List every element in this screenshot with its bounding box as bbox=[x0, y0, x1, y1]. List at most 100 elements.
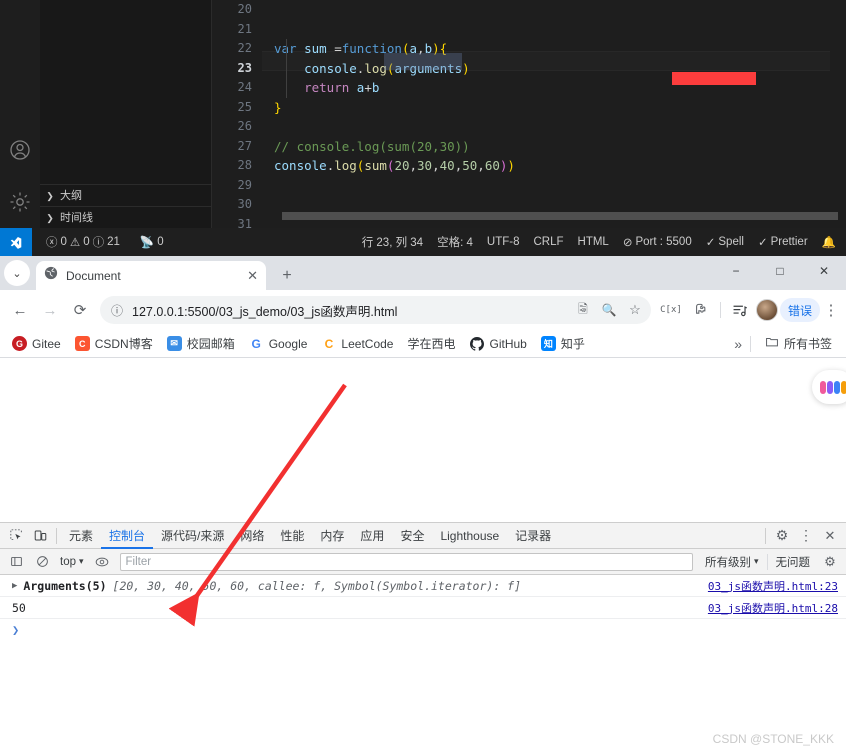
tab-security[interactable]: 安全 bbox=[392, 523, 432, 549]
bookmark-leetcode[interactable]: C LeetCode bbox=[315, 334, 399, 353]
tab-application[interactable]: 应用 bbox=[352, 523, 392, 549]
remote-window-icon[interactable] bbox=[0, 228, 32, 256]
source-link[interactable]: 03_js函数声明.html:28 bbox=[708, 600, 838, 616]
info-circle-icon[interactable]: ⓘ bbox=[108, 301, 126, 319]
all-bookmarks-label: 所有书签 bbox=[783, 337, 832, 351]
all-bookmarks-button[interactable]: 所有书签 bbox=[759, 333, 838, 354]
bookmarks-overflow-button[interactable]: » bbox=[734, 336, 742, 352]
console-prompt[interactable]: ❯ bbox=[0, 619, 846, 637]
playlist-icon[interactable] bbox=[726, 296, 754, 324]
vscode-sidebar: ❯ 大纲 ❯ 时间线 bbox=[40, 0, 212, 228]
device-toolbar-icon[interactable] bbox=[28, 525, 52, 547]
star-icon[interactable]: ☆ bbox=[625, 300, 645, 320]
new-tab-button[interactable]: + bbox=[277, 266, 297, 286]
console-output[interactable]: ▶ Arguments(5) [20, 30, 40, 50, 60, call… bbox=[0, 575, 846, 753]
console-filter-input[interactable]: Filter bbox=[119, 552, 693, 571]
editor-code[interactable]: var sum =function(a,b){ console.log(argu… bbox=[274, 0, 846, 228]
console-sidebar-icon[interactable] bbox=[4, 551, 28, 573]
status-encoding[interactable]: UTF-8 bbox=[481, 236, 526, 248]
tab-console[interactable]: 控制台 bbox=[101, 523, 153, 549]
code-line[interactable]: var sum =function(a,b){ bbox=[274, 39, 846, 59]
code-token: 40 bbox=[439, 158, 455, 173]
floating-ai-widget[interactable] bbox=[812, 370, 846, 404]
bookmark-gitee[interactable]: G Gitee bbox=[6, 334, 67, 353]
log-level-select[interactable]: 所有级别 ▾ bbox=[699, 554, 765, 570]
avatar[interactable] bbox=[755, 299, 778, 321]
page-viewport[interactable] bbox=[0, 358, 846, 508]
bell-icon[interactable]: 🔔 bbox=[816, 235, 842, 249]
close-icon[interactable]: ✕ bbox=[818, 525, 842, 547]
status-cursor-position[interactable]: 行 23, 列 34 bbox=[356, 234, 429, 250]
status-prettier[interactable]: ✓ Prettier bbox=[752, 235, 814, 249]
tab-search-chevron-down-icon[interactable]: ⌄ bbox=[4, 260, 30, 286]
code-line[interactable] bbox=[274, 176, 846, 196]
inspect-element-icon[interactable] bbox=[4, 525, 28, 547]
tab-recorder[interactable]: 记录器 bbox=[507, 523, 559, 549]
puzzle-icon[interactable] bbox=[687, 296, 715, 324]
kebab-menu-icon[interactable]: ⋮ bbox=[794, 525, 818, 547]
code-token: 60 bbox=[484, 158, 500, 173]
browser-tab-document[interactable]: Document ✕ bbox=[36, 261, 266, 290]
sidebar-panel-timeline[interactable]: ❯ 时间线 bbox=[40, 206, 211, 228]
bookmark-csdn[interactable]: C CSDN博客 bbox=[69, 333, 159, 354]
editor-horizontal-scrollbar[interactable] bbox=[282, 212, 838, 220]
translate-icon[interactable]: 🗟 bbox=[573, 300, 593, 320]
status-eol[interactable]: CRLF bbox=[527, 236, 569, 248]
window-close-button[interactable]: ✕ bbox=[802, 256, 846, 286]
bookmark-xidian-learn[interactable]: 学在西电 bbox=[401, 333, 461, 354]
search-icon[interactable]: 🔍 bbox=[599, 300, 619, 320]
console-row-value[interactable]: 50 03_js函数声明.html:28 bbox=[0, 597, 846, 619]
settings-gear-icon[interactable] bbox=[8, 190, 32, 214]
status-live-server[interactable]: ⊘ Port : 5500 bbox=[617, 235, 698, 249]
code-line[interactable] bbox=[274, 117, 846, 137]
console-row-arguments[interactable]: ▶ Arguments(5) [20, 30, 40, 50, 60, call… bbox=[0, 575, 846, 597]
gear-icon[interactable]: ⚙ bbox=[818, 551, 842, 573]
c-x-icon[interactable]: C[x] bbox=[657, 296, 685, 324]
error-badge[interactable]: 错误 bbox=[779, 298, 820, 322]
address-bar[interactable]: ⓘ 127.0.0.1:5500/03_js_demo/03_js函数声明.ht… bbox=[100, 296, 651, 324]
code-line[interactable] bbox=[274, 0, 846, 20]
sidebar-panel-outline[interactable]: ❯ 大纲 bbox=[40, 184, 211, 206]
bookmark-github[interactable]: GitHub bbox=[463, 334, 532, 353]
bookmark-campus-mail[interactable]: ✉ 校园邮箱 bbox=[161, 333, 241, 354]
reload-icon[interactable]: ⟳ bbox=[66, 296, 94, 324]
bookmark-zhihu[interactable]: 知 知乎 bbox=[535, 333, 591, 354]
tab-performance[interactable]: 性能 bbox=[272, 523, 312, 549]
tab-sources[interactable]: 源代码/来源 bbox=[153, 523, 232, 549]
bookmark-google[interactable]: G Google bbox=[243, 334, 314, 353]
status-spell-checker[interactable]: ✓ Spell bbox=[700, 235, 750, 249]
arrow-left-icon[interactable]: ← bbox=[6, 296, 34, 324]
issues-status[interactable]: 无问题 bbox=[770, 554, 817, 570]
tab-lighthouse[interactable]: Lighthouse bbox=[432, 523, 507, 549]
tab-elements[interactable]: 元素 bbox=[61, 523, 101, 549]
live-expression-icon[interactable] bbox=[90, 551, 114, 573]
code-line[interactable]: } bbox=[274, 98, 846, 118]
code-token: ) bbox=[507, 158, 515, 173]
account-icon[interactable] bbox=[8, 138, 32, 162]
status-problems[interactable]: ⓧ 0 ⚠ 0 ⓘ 21 bbox=[40, 234, 126, 250]
log-level-label: 所有级别 bbox=[704, 556, 751, 569]
code-line[interactable]: // console.log(sum(20,30)) bbox=[274, 137, 846, 157]
tab-network[interactable]: 网络 bbox=[232, 523, 272, 549]
editor-minimap[interactable] bbox=[830, 0, 846, 228]
code-line[interactable] bbox=[274, 20, 846, 40]
code-line[interactable]: return a+b bbox=[274, 78, 846, 98]
arrow-right-icon[interactable]: → bbox=[36, 296, 64, 324]
vscode-editor[interactable]: 20 21 22 23 24 25 26 27 28 29 30 31 var sum =functi… bbox=[212, 0, 846, 231]
source-link[interactable]: 03_js函数声明.html:23 bbox=[708, 578, 838, 594]
status-ports[interactable]: 📡 0 bbox=[134, 235, 170, 249]
execution-context-select[interactable]: top ▾ bbox=[56, 556, 88, 568]
triangle-right-icon[interactable]: ▶ bbox=[12, 581, 17, 591]
close-icon[interactable]: ✕ bbox=[247, 268, 258, 284]
code-line[interactable]: console.log(sum(20,30,40,50,60)) bbox=[274, 156, 846, 176]
window-maximize-button[interactable]: □ bbox=[758, 256, 802, 286]
status-language-mode[interactable]: HTML bbox=[572, 236, 615, 248]
tab-memory[interactable]: 内存 bbox=[312, 523, 352, 549]
code-line[interactable]: console.log(arguments) bbox=[274, 59, 846, 79]
kebab-menu-icon[interactable]: ⋮ bbox=[822, 296, 840, 324]
status-indentation[interactable]: 空格: 4 bbox=[431, 234, 479, 250]
line-number: 25 bbox=[237, 99, 252, 114]
window-minimize-button[interactable]: − bbox=[714, 256, 758, 286]
clear-console-icon[interactable] bbox=[30, 551, 54, 573]
gear-icon[interactable]: ⚙ bbox=[770, 525, 794, 547]
